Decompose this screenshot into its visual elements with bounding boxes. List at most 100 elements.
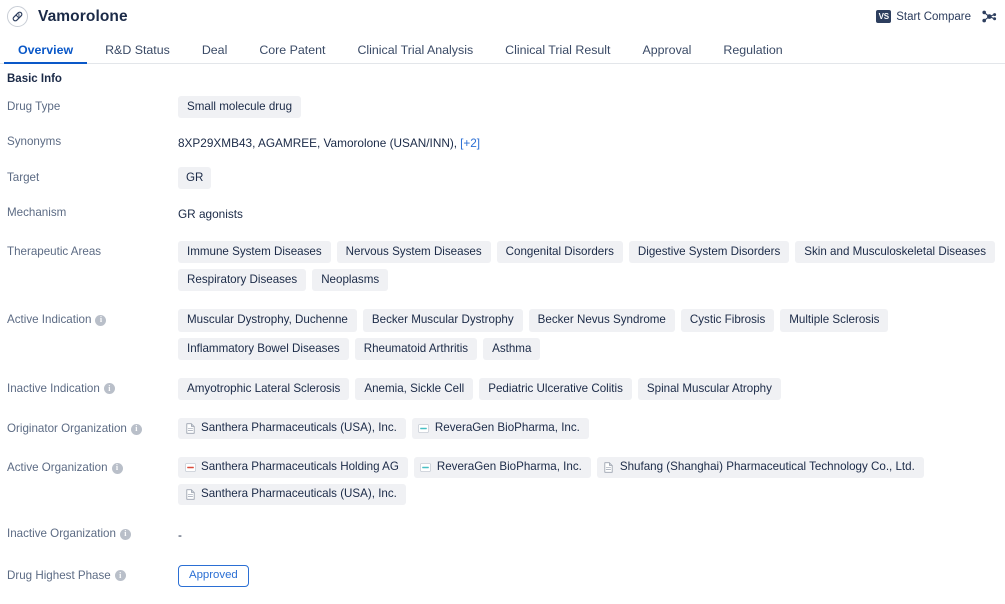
org-name: Santhera Pharmaceuticals (USA), Inc.: [201, 487, 397, 501]
tab-overview[interactable]: Overview: [2, 43, 89, 65]
teal-logo-icon: [418, 422, 430, 434]
field-label: Drug Type: [7, 96, 178, 114]
info-icon[interactable]: i: [103, 383, 115, 395]
field-row-synonyms: Synonyms 8XP29XMB43, AGAMREE, Vamorolone…: [0, 131, 1005, 152]
info-icon[interactable]: i: [130, 423, 142, 435]
field-label: Inactive Organization i: [7, 523, 178, 541]
field-label: Drug Highest Phase i: [7, 565, 178, 583]
field-label: Therapeutic Areas: [7, 241, 178, 259]
chip-therapeutic-area[interactable]: Neoplasms: [312, 269, 389, 292]
overview-content: Basic Info Drug Type Small molecule drug…: [0, 64, 1005, 604]
field-value: GR: [178, 166, 998, 190]
red-logo-icon: [184, 461, 196, 473]
field-label-text: Mechanism: [7, 206, 67, 220]
vs-badge-icon: VS: [876, 10, 892, 23]
header-actions: VS Start Compare: [876, 9, 999, 25]
chip-active-indication[interactable]: Becker Nevus Syndrome: [528, 309, 675, 332]
field-label-text: Active Indication: [7, 313, 92, 327]
tab-rd-status[interactable]: R&D Status: [89, 43, 186, 63]
field-row-inactive-organization: Inactive Organization i -: [0, 523, 1005, 544]
field-label-text: Synonyms: [7, 135, 62, 149]
field-row-drug-highest-phase: Drug Highest Phase i Approved: [0, 564, 1005, 587]
chip-inactive-indication[interactable]: Anemia, Sickle Cell: [355, 378, 474, 401]
field-label: Target: [7, 167, 178, 185]
synonyms-value: 8XP29XMB43, AGAMREE, Vamorolone (USAN/IN…: [178, 131, 480, 152]
org-name: ReveraGen BioPharma, Inc.: [436, 460, 582, 474]
chip-active-indication[interactable]: Inflammatory Bowel Diseases: [178, 337, 349, 360]
chip-inactive-indication[interactable]: Pediatric Ulcerative Colitis: [479, 378, 632, 401]
chip-therapeutic-area[interactable]: Nervous System Diseases: [336, 240, 491, 264]
field-value: Santhera Pharmaceuticals (USA), Inc. Rev…: [178, 418, 998, 440]
org-name: Santhera Pharmaceuticals Holding AG: [201, 460, 399, 474]
chip-originator-organization[interactable]: Santhera Pharmaceuticals (USA), Inc.: [178, 418, 406, 440]
field-row-mechanism: Mechanism GR agonists: [0, 202, 1005, 223]
field-value: 8XP29XMB43, AGAMREE, Vamorolone (USAN/IN…: [178, 131, 998, 152]
mechanism-value: GR agonists: [178, 207, 243, 222]
field-row-active-indication: Active Indication i Muscular Dystrophy, …: [0, 309, 1005, 360]
chip-active-indication[interactable]: Becker Muscular Dystrophy: [362, 309, 523, 332]
field-row-inactive-indication: Inactive Indication i Amyotrophic Latera…: [0, 378, 1005, 401]
page-header: Vamorolone VS Start Compare: [0, 0, 1005, 33]
chip-therapeutic-area[interactable]: Respiratory Diseases: [178, 269, 307, 292]
tab-clinical-trial-result[interactable]: Clinical Trial Result: [489, 43, 626, 63]
page-title: Vamorolone: [38, 7, 128, 25]
chip-therapeutic-area[interactable]: Digestive System Disorders: [628, 240, 790, 264]
chip-therapeutic-area[interactable]: Skin and Musculoskeletal Diseases: [795, 240, 996, 264]
field-label-text: Active Organization: [7, 461, 108, 475]
teal-logo-icon: [420, 461, 432, 473]
org-name: ReveraGen BioPharma, Inc.: [434, 421, 580, 435]
section-title-basic-info: Basic Info: [7, 73, 62, 85]
start-compare-label: Start Compare: [896, 10, 971, 23]
chip-active-organization[interactable]: Santhera Pharmaceuticals Holding AG: [178, 457, 408, 479]
chip-active-indication[interactable]: Muscular Dystrophy, Duchenne: [178, 309, 357, 332]
info-icon[interactable]: i: [111, 462, 123, 474]
tab-core-patent[interactable]: Core Patent: [243, 43, 341, 63]
org-name: Shufang (Shanghai) Pharmaceutical Techno…: [619, 460, 915, 474]
tab-deal[interactable]: Deal: [186, 43, 243, 63]
chip-active-indication[interactable]: Rheumatoid Arthritis: [354, 337, 478, 360]
tab-bar: Overview R&D Status Deal Core Patent Cli…: [0, 33, 1005, 65]
drug-overview-page: Vamorolone VS Start Compare Overview R&D…: [0, 0, 1005, 604]
chip-active-indication[interactable]: Asthma: [483, 337, 541, 360]
field-label: Synonyms: [7, 131, 178, 149]
info-icon[interactable]: i: [119, 528, 131, 540]
chip-active-organization[interactable]: ReveraGen BioPharma, Inc.: [413, 457, 591, 479]
field-value: Immune System Diseases Nervous System Di…: [178, 240, 998, 292]
field-label: Originator Organization i: [7, 418, 178, 436]
synonyms-more-link[interactable]: [+2]: [460, 136, 480, 150]
chip-active-organization[interactable]: Shufang (Shanghai) Pharmaceutical Techno…: [596, 457, 924, 479]
tab-approval[interactable]: Approval: [627, 43, 708, 63]
field-label-text: Drug Highest Phase: [7, 568, 111, 582]
tab-regulation[interactable]: Regulation: [707, 43, 798, 63]
share-network-icon[interactable]: [981, 9, 997, 25]
chip-active-indication[interactable]: Multiple Sclerosis: [780, 309, 889, 332]
chip-active-organization[interactable]: Santhera Pharmaceuticals (USA), Inc.: [178, 484, 406, 506]
chip-target[interactable]: GR: [178, 166, 212, 190]
tab-clinical-trial-analysis[interactable]: Clinical Trial Analysis: [341, 43, 489, 63]
chip-inactive-indication[interactable]: Spinal Muscular Atrophy: [637, 378, 781, 401]
field-value: Approved: [178, 564, 998, 587]
info-icon[interactable]: i: [95, 314, 107, 326]
inactive-organization-value: -: [178, 528, 182, 543]
chip-drug-type[interactable]: Small molecule drug: [178, 96, 302, 119]
capsule-icon: [7, 6, 28, 27]
field-label: Mechanism: [7, 202, 178, 220]
field-value: Muscular Dystrophy, Duchenne Becker Musc…: [178, 309, 998, 360]
chip-active-indication[interactable]: Cystic Fibrosis: [680, 309, 775, 332]
field-value: Small molecule drug: [178, 96, 998, 119]
field-label: Inactive Indication i: [7, 378, 178, 396]
chip-therapeutic-area[interactable]: Congenital Disorders: [496, 240, 623, 264]
field-row-therapeutic-areas: Therapeutic Areas Immune System Diseases…: [0, 240, 1005, 292]
start-compare-button[interactable]: VS Start Compare: [876, 10, 971, 23]
document-logo-icon: [184, 488, 196, 500]
chip-therapeutic-area[interactable]: Immune System Diseases: [178, 240, 331, 264]
status-badge-approved[interactable]: Approved: [178, 564, 249, 587]
field-value: Santhera Pharmaceuticals Holding AG Reve…: [178, 457, 998, 506]
info-icon[interactable]: i: [114, 570, 126, 582]
field-label-text: Inactive Organization: [7, 527, 116, 541]
chip-inactive-indication[interactable]: Amyotrophic Lateral Sclerosis: [178, 378, 350, 401]
chip-originator-organization[interactable]: ReveraGen BioPharma, Inc.: [411, 418, 589, 440]
field-row-drug-type: Drug Type Small molecule drug: [0, 96, 1005, 119]
field-label-text: Target: [7, 170, 40, 184]
field-label-text: Originator Organization: [7, 422, 127, 436]
